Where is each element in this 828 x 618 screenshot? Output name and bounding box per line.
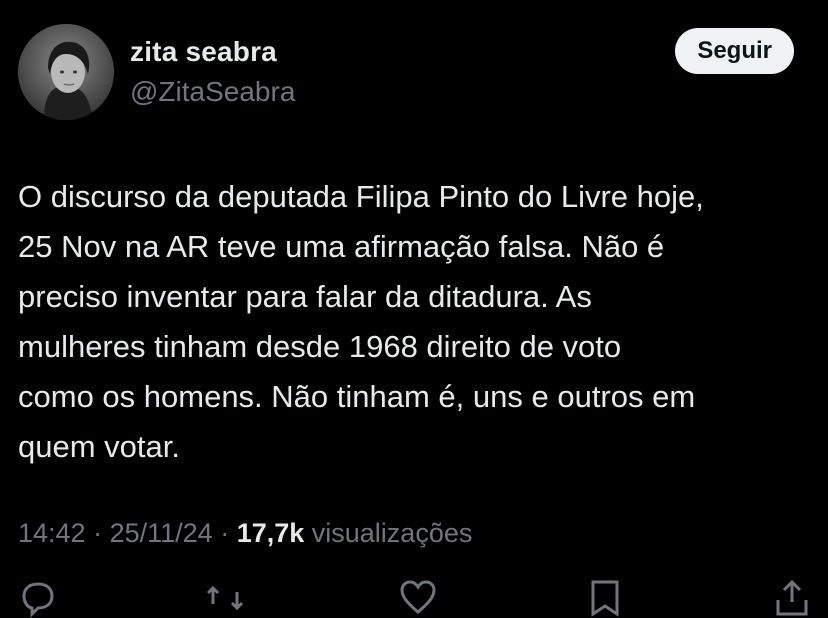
views-count: 17,7k [236, 518, 305, 548]
tweet-text: O discurso da deputada Filipa Pinto do L… [18, 179, 704, 464]
meta-separator: · [212, 518, 237, 548]
avatar-photo [18, 24, 114, 120]
meta-separator: · [85, 518, 110, 548]
tweet-time[interactable]: 14:42 [18, 518, 86, 548]
author-handle[interactable]: @ZitaSeabra [130, 76, 295, 108]
reply-icon[interactable] [18, 578, 58, 618]
share-icon[interactable] [772, 578, 812, 618]
tweet-meta: 14:42 · 25/11/24 · 17,7k visualizações [18, 518, 472, 549]
action-bar [0, 578, 828, 618]
bookmark-icon[interactable] [585, 578, 625, 618]
author-display-name[interactable]: zita seabra [130, 36, 277, 68]
follow-button[interactable]: Seguir [675, 28, 794, 74]
tweet-header: zita seabra @ZitaSeabra Seguir [18, 22, 810, 122]
tweet-date[interactable]: 25/11/24 [110, 518, 213, 548]
repost-icon[interactable] [205, 578, 245, 618]
like-icon[interactable] [398, 578, 438, 618]
avatar[interactable] [18, 24, 114, 120]
views-label: visualizações [311, 518, 473, 548]
